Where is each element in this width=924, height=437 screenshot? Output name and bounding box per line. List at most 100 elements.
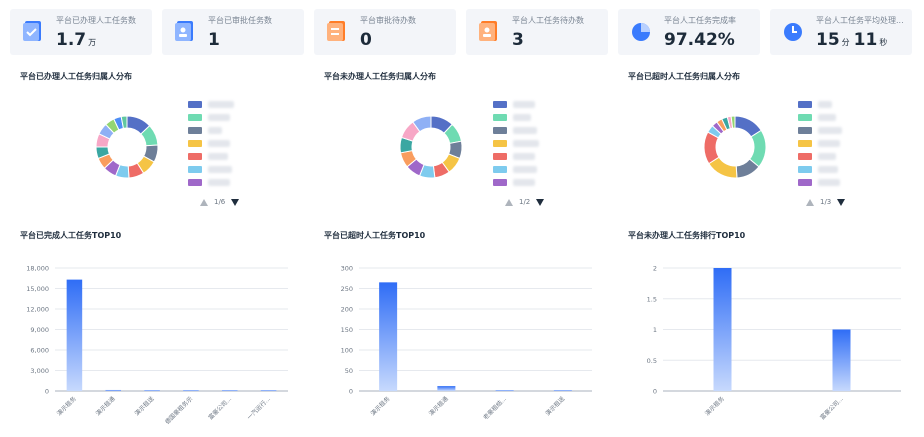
legend-swatch <box>493 127 507 134</box>
legend-item[interactable] <box>798 127 868 135</box>
legend-label-blurred <box>208 166 232 173</box>
legend-item[interactable] <box>493 114 563 122</box>
stat-card-handled-tasks: 平台已办理人工任务数 1.7 万 <box>10 9 152 55</box>
legend-item[interactable] <box>798 153 868 161</box>
bar[interactable] <box>832 329 851 392</box>
legend-label-blurred <box>818 127 842 134</box>
legend-label-blurred <box>513 101 535 108</box>
bar[interactable] <box>379 282 398 391</box>
bar[interactable] <box>183 390 199 391</box>
page-indicator: 1/2 <box>519 198 531 206</box>
stat-card-approved-tasks: 平台已审批任务数 1 <box>162 9 304 55</box>
legend-item[interactable] <box>188 153 258 161</box>
legend-item[interactable] <box>188 101 258 109</box>
legend-swatch <box>493 114 507 121</box>
bar[interactable] <box>553 390 572 391</box>
bar-chart-unhandled: 0 0.5 1 1.5 2 演示租务 富豪公司... <box>647 265 901 422</box>
legend-item[interactable] <box>493 101 563 109</box>
bar-chart-completed: 03,0006,0009,00012,00015,00018,000演示租务 演示… <box>26 265 288 426</box>
x-tick-label: 演示租务 <box>55 395 78 418</box>
bar[interactable] <box>66 279 83 391</box>
legend-pager: 1/6 <box>200 198 240 206</box>
legend-item[interactable] <box>798 101 868 109</box>
legend-item[interactable] <box>493 166 563 174</box>
bar[interactable] <box>495 390 514 391</box>
donut-legend-timeout <box>798 101 878 193</box>
legend-label-blurred <box>818 101 832 108</box>
stat-label: 平台人工任务完成率 <box>664 16 736 25</box>
legend-item[interactable] <box>798 166 868 174</box>
page-up-icon[interactable] <box>200 198 208 206</box>
legend-label-blurred <box>208 153 228 160</box>
legend-label-blurred <box>513 140 539 147</box>
legend-item[interactable] <box>798 140 868 148</box>
legend-label-blurred <box>208 101 234 108</box>
legend-swatch <box>493 153 507 160</box>
page-down-icon[interactable] <box>536 198 545 206</box>
legend-label-blurred <box>513 166 537 173</box>
y-tick-label: 6,000 <box>30 347 49 355</box>
donut-title-handled: 平台已办理人工任务归属人分布 <box>20 72 132 81</box>
y-tick-label: 3,000 <box>30 367 49 375</box>
bar[interactable] <box>260 390 277 391</box>
page-down-icon[interactable] <box>231 198 240 206</box>
donut-chart-handled <box>95 115 159 179</box>
legend-swatch <box>188 101 202 108</box>
legend-item[interactable] <box>188 114 258 122</box>
legend-item[interactable] <box>188 166 258 174</box>
stat-label: 平台已办理人工任务数 <box>56 16 136 25</box>
bar[interactable] <box>221 390 238 391</box>
legend-swatch <box>798 114 812 121</box>
x-tick-label: 富豪公司... <box>818 395 845 422</box>
legend-swatch <box>188 114 202 121</box>
bar-title-unhandled: 平台未办理人工任务排行TOP10 <box>628 231 746 240</box>
id-card-icon <box>175 21 193 41</box>
bar-title-timeout: 平台已超时人工任务TOP10 <box>324 231 426 240</box>
y-tick-label: 0 <box>349 388 353 396</box>
legend-label-blurred <box>818 153 836 160</box>
stat-value: 3 <box>512 30 524 50</box>
bar[interactable] <box>713 268 732 391</box>
bar[interactable] <box>144 390 160 391</box>
legend-item[interactable] <box>188 179 258 187</box>
stat-label: 平台审批待办数 <box>360 16 416 25</box>
stat-value: 1 <box>208 30 220 50</box>
y-tick-label: 100 <box>341 347 353 355</box>
page-down-icon[interactable] <box>837 198 846 206</box>
y-tick-label: 12,000 <box>26 306 49 314</box>
stat-label: 平台已审批任务数 <box>208 16 272 25</box>
legend-pager: 1/2 <box>505 198 545 206</box>
page-up-icon[interactable] <box>505 198 513 206</box>
stat-card-avg-time: 平台人工任务平均处理... 15 分 11 秒 <box>770 9 912 55</box>
legend-item[interactable] <box>493 140 563 148</box>
donut-legend-unhandled <box>493 101 573 193</box>
y-tick-label: 18,000 <box>26 265 49 273</box>
y-tick-label: 9,000 <box>30 326 49 334</box>
legend-swatch <box>798 179 812 186</box>
legend-item[interactable] <box>798 114 868 122</box>
pending-doc-icon <box>327 21 345 41</box>
legend-label-blurred <box>818 179 840 186</box>
y-tick-label: 0.5 <box>647 357 657 365</box>
page-up-icon[interactable] <box>806 198 814 206</box>
legend-item[interactable] <box>493 127 563 135</box>
legend-swatch <box>493 101 507 108</box>
legend-pager: 1/3 <box>806 198 846 206</box>
bar[interactable] <box>437 386 456 391</box>
legend-item[interactable] <box>188 140 258 148</box>
donut-title-timeout: 平台已超时人工任务归属人分布 <box>628 72 740 81</box>
x-tick-label: 演示租务 <box>703 395 726 418</box>
legend-item[interactable] <box>493 153 563 161</box>
legend-swatch <box>798 127 812 134</box>
legend-item[interactable] <box>493 179 563 187</box>
bar[interactable] <box>105 389 122 391</box>
legend-item[interactable] <box>188 127 258 135</box>
y-tick-label: 0 <box>653 388 657 396</box>
y-tick-label: 1.5 <box>647 295 657 303</box>
legend-item[interactable] <box>798 179 868 187</box>
x-tick-label: 演示租通 <box>427 395 450 418</box>
y-tick-label: 15,000 <box>26 285 49 293</box>
x-tick-label: 一汽运行... <box>245 395 272 422</box>
legend-swatch <box>493 166 507 173</box>
legend-swatch <box>798 140 812 147</box>
